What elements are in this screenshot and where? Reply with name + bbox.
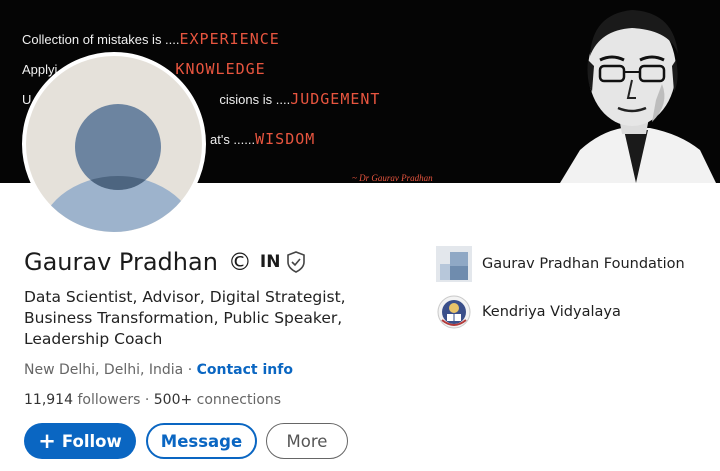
profile-name: Gaurav Pradhan — [24, 248, 218, 276]
contact-info-link[interactable]: Contact info — [197, 362, 293, 378]
avatar-overlap-shape — [75, 104, 161, 190]
profile-headline: Data Scientist, Advisor, Digital Strateg… — [24, 288, 346, 348]
profile-name-row: Gaurav Pradhan © IN — [24, 248, 306, 276]
company-logo-icon — [436, 246, 472, 282]
plus-icon: + — [38, 429, 56, 453]
banner-portrait-illustration — [540, 0, 720, 183]
banner-quote-line-1: Collection of mistakes is ....EXPERIENCE — [22, 30, 280, 48]
current-company-link[interactable]: Gaurav Pradhan Foundation — [436, 246, 685, 282]
company-name: Gaurav Pradhan Foundation — [482, 256, 685, 272]
followers-count[interactable]: 11,914 — [24, 392, 73, 408]
message-button[interactable]: Message — [146, 423, 257, 459]
education-link[interactable]: Kendriya Vidyalaya — [436, 294, 621, 330]
profile-stats-row: 11,914 followers · 500+ connections — [24, 392, 281, 408]
stats-separator: · — [140, 392, 154, 408]
location-separator: · — [183, 362, 197, 378]
profile-location-row: New Delhi, Delhi, India · Contact info — [24, 362, 293, 378]
connections-count[interactable]: 500+ — [154, 392, 192, 408]
country-badge: IN — [259, 252, 281, 272]
profile-avatar[interactable] — [22, 52, 206, 236]
school-name: Kendriya Vidyalaya — [482, 304, 621, 320]
banner-quote-author: ~ Dr Gaurav Pradhan — [352, 173, 433, 183]
copyright-symbol: © — [227, 248, 252, 276]
profile-location: New Delhi, Delhi, India — [24, 362, 184, 378]
follow-button-label: Follow — [61, 431, 122, 451]
more-button[interactable]: More — [266, 423, 348, 459]
school-emblem-icon — [437, 295, 471, 329]
verified-shield-icon[interactable] — [286, 251, 306, 273]
followers-label[interactable]: followers — [77, 392, 140, 408]
follow-button[interactable]: + Follow — [24, 423, 136, 459]
more-button-label: More — [286, 431, 328, 451]
message-button-label: Message — [160, 431, 243, 451]
connections-label[interactable]: connections — [197, 392, 281, 408]
banner-quote-line-4: at's ......WISDOM — [210, 130, 316, 148]
